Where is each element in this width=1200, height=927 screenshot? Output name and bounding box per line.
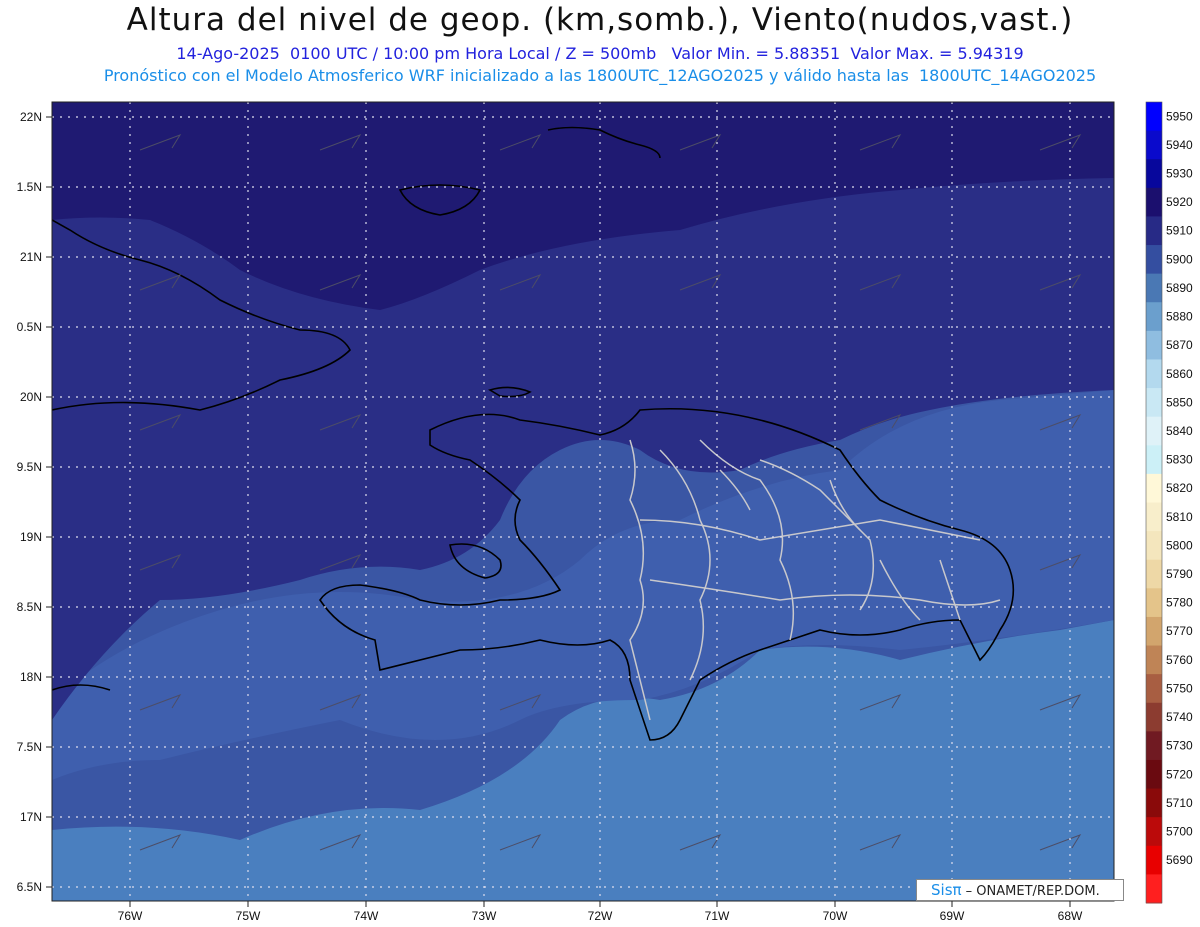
- colorbar-label: 5800: [1166, 538, 1193, 552]
- colorbar-swatch: [1146, 817, 1162, 847]
- colorbar-label: 5890: [1166, 281, 1193, 295]
- colorbar-label: 5880: [1166, 310, 1193, 324]
- colorbar-swatch: [1146, 874, 1162, 904]
- lat-label: 17N: [20, 810, 42, 824]
- colorbar: 5950 5940 5930 5920 5910 5900 5890 5880 5870 5860…: [1145, 101, 1193, 904]
- colorbar-swatch: [1146, 845, 1162, 875]
- lon-label: 73W: [472, 909, 497, 923]
- colorbar-swatch: [1146, 674, 1162, 704]
- lat-label: 18N: [20, 670, 42, 684]
- colorbar-swatch: [1146, 731, 1162, 761]
- colorbar-label: 5700: [1166, 824, 1193, 838]
- colorbar-swatch: [1146, 416, 1162, 446]
- colorbar-label: 5920: [1166, 195, 1193, 209]
- lon-label: 71W: [705, 909, 730, 923]
- colorbar-swatch: [1146, 531, 1162, 561]
- colorbar-swatch: [1146, 216, 1162, 246]
- colorbar-label: 5730: [1166, 739, 1193, 753]
- colorbar-swatch: [1146, 388, 1162, 418]
- lon-label: 74W: [354, 909, 379, 923]
- lon-axis: 76W 75W 74W 73W 72W 71W 70W 69W 68W: [118, 901, 1083, 923]
- colorbar-swatch: [1146, 445, 1162, 475]
- colorbar-swatch: [1146, 473, 1162, 503]
- colorbar-label: 5930: [1166, 167, 1193, 181]
- colorbar-swatch: [1146, 616, 1162, 647]
- lat-label: 0.5N: [17, 320, 42, 334]
- credit-box: Sisπ – ONAMET/REP.DOM.: [916, 879, 1124, 901]
- lat-label: 7.5N: [17, 740, 42, 754]
- colorbar-swatch: [1146, 159, 1162, 189]
- lon-label: 75W: [236, 909, 261, 923]
- colorbar-label: 5950: [1166, 109, 1193, 123]
- lat-label: 1.5N: [17, 180, 42, 194]
- credit-text: – ONAMET/REP.DOM.: [961, 884, 1100, 899]
- colorbar-label: 5760: [1166, 653, 1193, 667]
- colorbar-label: 5910: [1166, 224, 1193, 238]
- colorbar-swatch: [1146, 102, 1162, 132]
- colorbar-label: 5870: [1166, 338, 1193, 352]
- lon-label: 76W: [118, 909, 143, 923]
- colorbar-swatch: [1146, 187, 1162, 217]
- colorbar-label: 5690: [1166, 853, 1193, 867]
- colorbar-label: 5860: [1166, 367, 1193, 381]
- colorbar-label: 5710: [1166, 796, 1193, 810]
- map-canvas: 22N 1.5N 21N 0.5N 20N 9.5N 19N 8.5N 18N …: [17, 101, 1193, 923]
- colorbar-label: 5900: [1166, 252, 1193, 266]
- colorbar-label: 5810: [1166, 510, 1193, 524]
- colorbar-swatch: [1146, 273, 1162, 303]
- lon-label: 70W: [823, 909, 848, 923]
- lat-label: 8.5N: [17, 600, 42, 614]
- colorbar-swatch: [1146, 130, 1162, 160]
- lat-label: 20N: [20, 390, 42, 404]
- colorbar-label: 5780: [1166, 596, 1193, 610]
- colorbar-label: 5720: [1166, 767, 1193, 781]
- colorbar-swatch: [1146, 645, 1162, 675]
- colorbar-label: 5940: [1166, 138, 1193, 152]
- colorbar-swatch: [1146, 245, 1162, 275]
- colorbar-label: 5830: [1166, 453, 1193, 467]
- colorbar-label: 5850: [1166, 395, 1193, 409]
- colorbar-swatch: [1146, 588, 1162, 618]
- colorbar-label: 5770: [1166, 624, 1193, 638]
- colorbar-label: 5820: [1166, 481, 1193, 495]
- sispi-logo: Sisπ: [931, 881, 962, 899]
- colorbar-swatch: [1146, 359, 1162, 389]
- colorbar-label: 5740: [1166, 710, 1193, 724]
- lon-label: 69W: [940, 909, 965, 923]
- colorbar-swatch: [1146, 702, 1162, 732]
- lat-label: 22N: [20, 110, 42, 124]
- lon-label: 68W: [1058, 909, 1083, 923]
- lat-axis: 22N 1.5N 21N 0.5N 20N 9.5N 19N 8.5N 18N …: [17, 110, 52, 894]
- geopotential-field: [52, 102, 1114, 901]
- colorbar-swatch: [1146, 559, 1162, 589]
- lat-label: 9.5N: [17, 460, 42, 474]
- colorbar-label: 5790: [1166, 567, 1193, 581]
- colorbar-swatch: [1146, 759, 1162, 790]
- lat-label: 21N: [20, 250, 42, 264]
- colorbar-label: 5750: [1166, 681, 1193, 695]
- lon-label: 72W: [588, 909, 613, 923]
- lat-label: 6.5N: [17, 880, 42, 894]
- colorbar-swatch: [1146, 330, 1162, 360]
- colorbar-swatch: [1146, 788, 1162, 818]
- colorbar-swatch: [1146, 502, 1162, 532]
- colorbar-label: 5840: [1166, 424, 1193, 438]
- colorbar-swatch: [1146, 302, 1162, 332]
- lat-label: 19N: [20, 530, 42, 544]
